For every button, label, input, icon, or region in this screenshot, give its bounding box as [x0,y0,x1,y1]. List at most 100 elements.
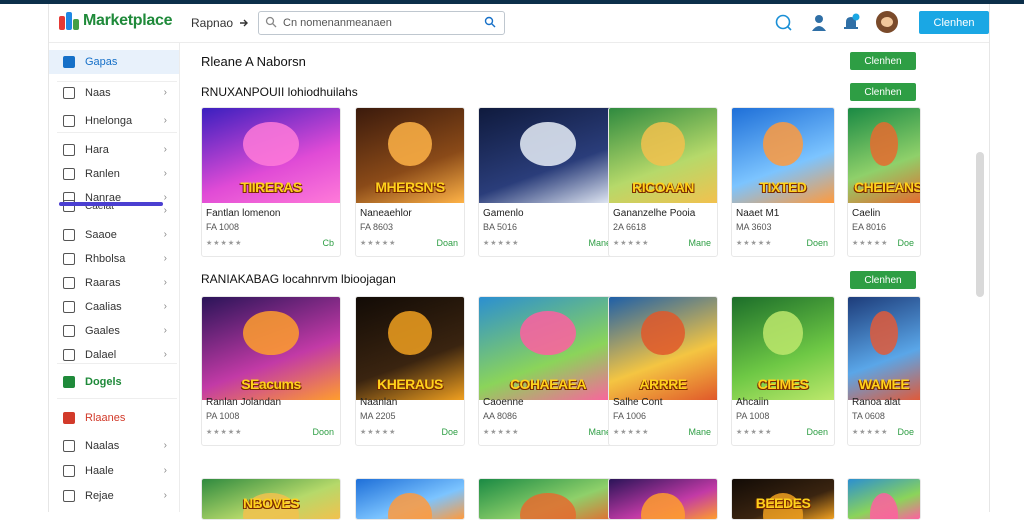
header-action-button[interactable]: Clenhen [919,11,989,34]
arrow-right-icon [240,19,249,27]
sidebar-item[interactable]: Naalas › [49,434,179,458]
game-card[interactable]: Gamenlo BA 5016 ★★★★★ Mane [478,107,618,257]
sidebar-item[interactable]: Gapas [49,50,179,74]
sidebar-scroll-indicator[interactable] [59,202,163,206]
game-card[interactable] [478,478,618,520]
game-art-title: SEacums [241,376,301,392]
heart-icon [63,325,75,337]
search-input[interactable] [281,14,481,32]
game-thumbnail[interactable] [848,479,920,519]
sidebar-item[interactable]: Caalias › [49,295,179,319]
game-thumbnail[interactable] [479,108,617,203]
game-name: Caoenne [483,397,524,408]
price-label: Doe [897,427,914,437]
sidebar-item[interactable]: Rejae › [49,484,179,508]
game-thumbnail[interactable]: TIXTED [732,108,834,203]
sidebar-item-label: Gapas [85,56,118,68]
save-icon [63,229,75,241]
game-card[interactable]: BEEDES [731,478,835,520]
game-card[interactable]: CHEIEANS Caelin EA 8016 ★★★★★ Doe [847,107,921,257]
sidebar-item[interactable]: Rhbolsa › [49,247,179,271]
game-thumbnail[interactable]: WAMEE [848,297,920,400]
sidebar-item[interactable]: Haale › [49,459,179,483]
search-box[interactable] [258,11,505,35]
game-card[interactable]: WAMEE Ranoa alat TA 0608 ★★★★★ Doe [847,296,921,446]
header-nav-link[interactable]: Rapnao [191,16,249,30]
chevron-right-icon: › [163,440,167,451]
character-art [641,122,685,166]
game-thumbnail[interactable] [479,479,617,519]
game-thumbnail[interactable]: BEEDES [732,479,834,519]
character-art [869,311,899,355]
game-art-title: NBOVES [242,495,300,511]
game-thumbnail[interactable]: TIIRERAS [202,108,340,203]
sidebar-item-label: Ranlen [85,168,120,180]
notification-icon[interactable] [841,13,861,33]
chevron-right-icon: › [163,349,167,360]
game-thumbnail[interactable] [609,479,717,519]
sidebar-item[interactable]: Gaales › [49,319,179,343]
character-art [243,122,299,166]
game-subtitle: PA 1008 [736,411,770,421]
game-card[interactable] [847,478,921,520]
sidebar-item[interactable]: Hnelonga › [49,109,179,133]
game-subtitle: MA 3603 [736,222,772,232]
game-subtitle: AA 8086 [483,411,518,421]
game-thumbnail[interactable]: KHERAUS [356,297,464,400]
folder-icon [63,253,75,265]
sidebar-item-label: Dogels [85,376,122,388]
section-action-button[interactable]: Clenhen [850,271,916,289]
game-card[interactable]: RICOAAN Gananzelhe Pooia 2A 6618 ★★★★★ Mane [608,107,718,257]
game-card[interactable]: COHAEAEA Caoenne AA 8086 ★★★★★ Mane [478,296,618,446]
user-icon[interactable] [809,13,829,33]
game-card[interactable]: TIXTED Naaet M1 MA 3603 ★★★★★ Doen [731,107,835,257]
game-art-title: WAMEE [858,376,910,392]
game-card[interactable]: ARRRE Salhe Cont FA 1006 ★★★★★ Mane [608,296,718,446]
game-card[interactable]: SEacums Ranlan Jolandan PA 1008 ★★★★★ Doon [201,296,341,446]
game-card[interactable]: CEIMES Ahcaiin PA 1008 ★★★★★ Doen [731,296,835,446]
sidebar-item[interactable]: Rlaanes [49,406,179,430]
search-submit-icon[interactable] [484,16,496,28]
section-action-button[interactable]: Clenhen [850,83,916,101]
game-art-title: KHERAUS [377,376,443,392]
grid-icon [63,87,75,99]
game-card[interactable]: KHERAUS Naanlan MA 2205 ★★★★★ Doe [355,296,465,446]
page-scrollbar-thumb[interactable] [976,152,984,297]
game-name: Salhe Cont [613,397,663,408]
game-thumbnail[interactable]: NBOVES [202,479,340,519]
game-thumbnail[interactable]: COHAEAEA [479,297,617,400]
sidebar-item[interactable]: Ranlen › [49,162,179,186]
game-name: Ranlan Jolandan [206,397,282,408]
avatar[interactable] [876,11,898,33]
game-thumbnail[interactable]: SEacums [202,297,340,400]
game-thumbnail[interactable]: CEIMES [732,297,834,400]
game-card[interactable]: NBOVES [201,478,341,520]
section-action-button[interactable]: Clenhen [850,52,916,70]
sidebar-item[interactable]: Hara › [49,138,179,162]
character-art [520,493,576,519]
chevron-right-icon: › [163,144,167,155]
chevron-right-icon: › [163,277,167,288]
sidebar-item[interactable]: Naas › [49,81,179,105]
sidebar-item[interactable]: Dogels [49,370,179,394]
game-thumbnail[interactable]: RICOAAN [609,108,717,203]
rating-stars: ★★★★★ [360,240,397,247]
game-thumbnail[interactable]: MHERSN'S [356,108,464,203]
game-subtitle: PA 1008 [206,411,240,421]
sidebar-item[interactable]: Raaras › [49,271,179,295]
game-thumbnail[interactable] [356,479,464,519]
rating-stars: ★★★★★ [736,429,773,436]
sidebar-item[interactable]: Saaoe › [49,223,179,247]
game-card[interactable] [608,478,718,520]
character-art [869,122,899,166]
sidebar-item-label: Raaras [85,277,121,289]
game-card[interactable] [355,478,465,520]
game-thumbnail[interactable]: ARRRE [609,297,717,400]
sidebar-item-label: Hnelonga [85,115,133,127]
game-card[interactable]: TIIRERAS Fantlan lomenon FA 1008 ★★★★★ Cb [201,107,341,257]
game-card[interactable]: MHERSN'S Naneaehlor FA 8603 ★★★★★ Doan [355,107,465,257]
brand-logo[interactable]: Marketplace [59,12,173,30]
help-icon[interactable] [774,13,794,33]
rating-stars: ★★★★★ [736,240,773,247]
game-thumbnail[interactable]: CHEIEANS [848,108,920,203]
